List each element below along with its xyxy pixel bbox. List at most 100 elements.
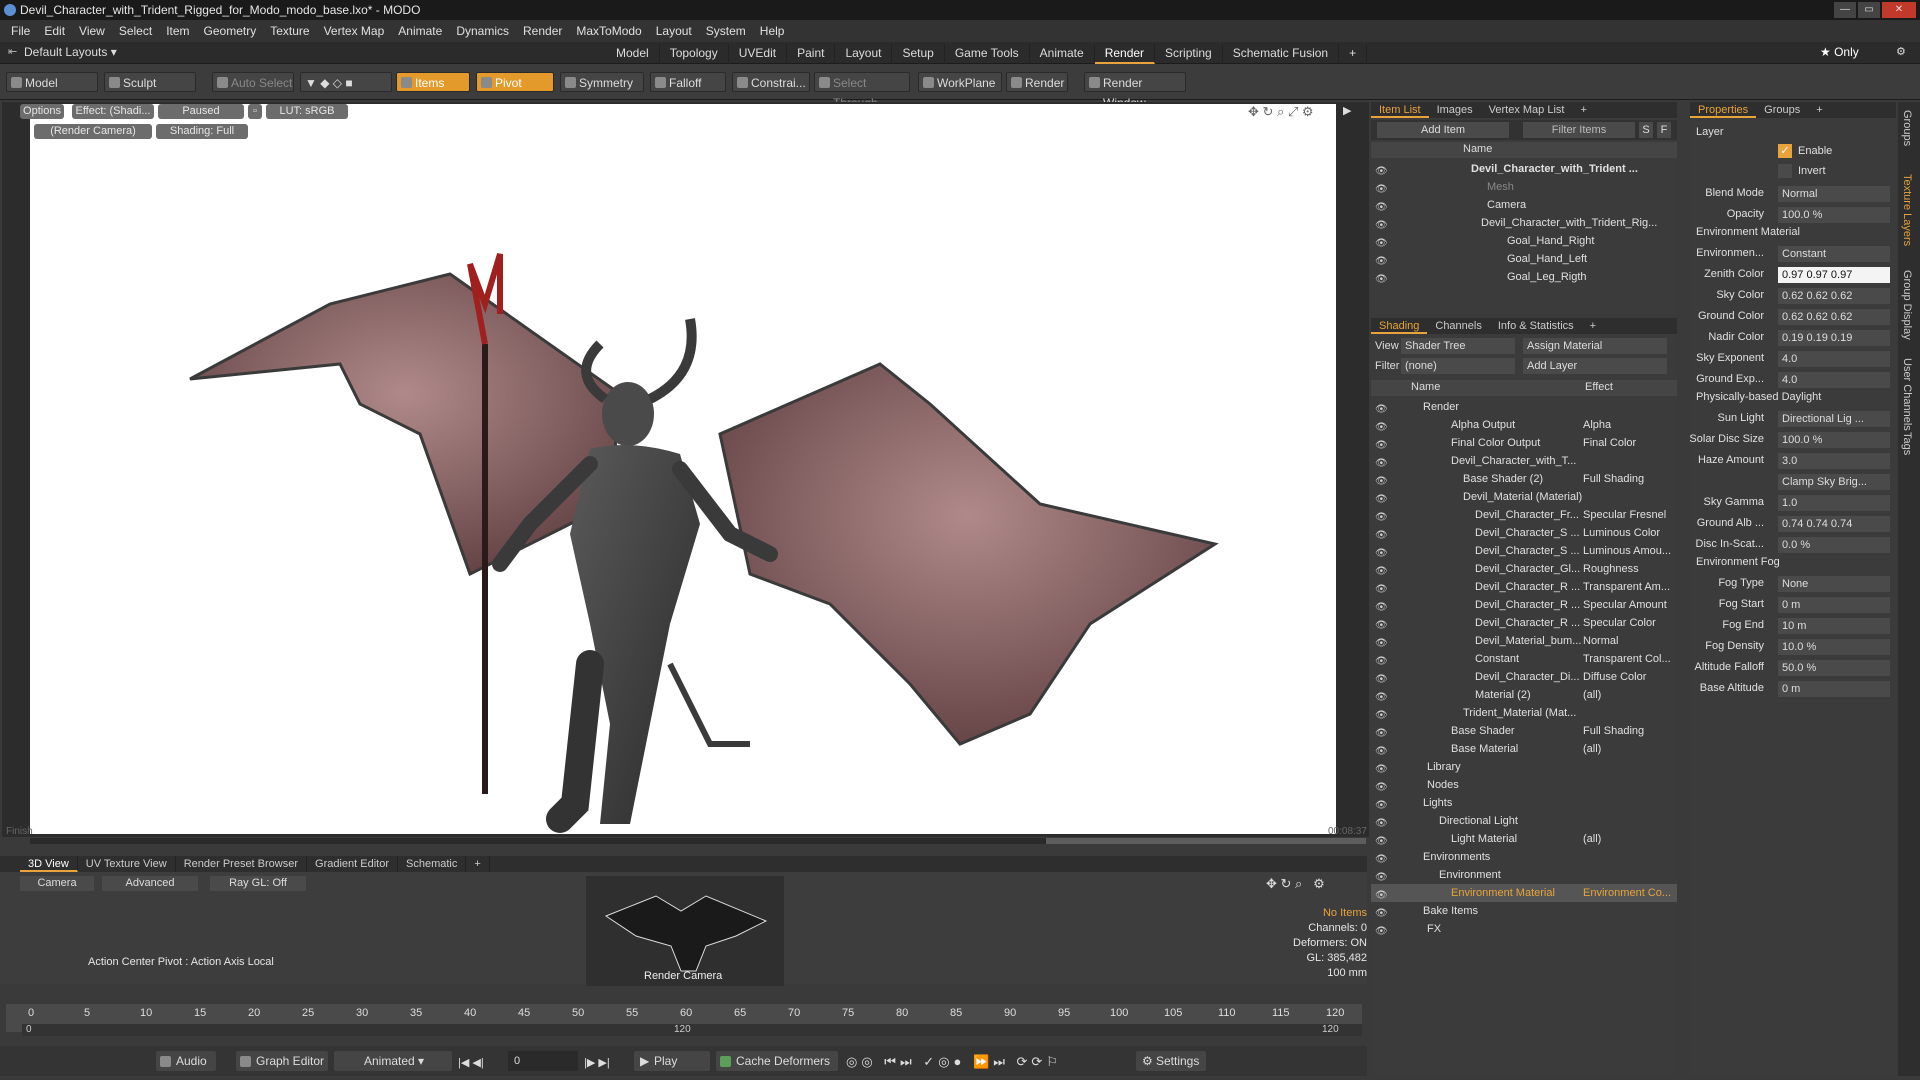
shader-item-effect[interactable]: Diffuse Color bbox=[1583, 668, 1671, 686]
s-button[interactable]: S bbox=[1639, 122, 1653, 138]
menu-edit[interactable]: Edit bbox=[37, 24, 72, 38]
view-dropdown[interactable]: Shader Tree bbox=[1401, 338, 1515, 354]
add-layer-dropdown[interactable]: Add Layer bbox=[1523, 358, 1667, 374]
list-item[interactable]: 👁 Devil_Character_with_Trident_Rig... bbox=[1371, 214, 1677, 232]
render-window-button[interactable]: Render Window bbox=[1084, 72, 1186, 110]
tab-render[interactable]: Render bbox=[1094, 44, 1156, 64]
property-field[interactable]: 50.0 % bbox=[1778, 660, 1890, 676]
add-tab-button[interactable]: + bbox=[1582, 318, 1604, 334]
eye-icon[interactable]: 👁 bbox=[1375, 761, 1391, 775]
tab-game-tools[interactable]: Game Tools bbox=[945, 44, 1030, 64]
filter-items-input[interactable]: Filter Items bbox=[1523, 122, 1635, 138]
menu-geometry[interactable]: Geometry bbox=[197, 24, 264, 38]
shader-item-effect[interactable]: Transparent Am... bbox=[1583, 578, 1671, 596]
tab-vertex-map-list[interactable]: Vertex Map List bbox=[1481, 102, 1573, 118]
side-tab-user-channels[interactable]: User Channels bbox=[1901, 358, 1913, 431]
transport-skip-forward-icons[interactable]: |▶ ▶| bbox=[584, 1056, 610, 1069]
auto-select-button[interactable]: Auto Select bbox=[212, 72, 294, 92]
tab-uvedit[interactable]: UVEdit bbox=[729, 44, 788, 64]
eye-icon[interactable]: 👁 bbox=[1375, 671, 1391, 685]
menu-vertex-map[interactable]: Vertex Map bbox=[317, 24, 392, 38]
eye-icon[interactable]: 👁 bbox=[1375, 545, 1391, 559]
eye-icon[interactable]: 👁 bbox=[1375, 491, 1391, 505]
eye-icon[interactable]: 👁 bbox=[1375, 869, 1391, 883]
shader-item-effect[interactable]: (all) bbox=[1583, 740, 1671, 758]
audio-button[interactable]: Audio bbox=[156, 1051, 216, 1071]
property-field[interactable]: Clamp Sky Brig... bbox=[1778, 474, 1890, 490]
menu-item[interactable]: Item bbox=[159, 24, 196, 38]
shader-tree-row[interactable]: 👁 Base Shader (2) Full Shading bbox=[1371, 470, 1677, 488]
menu-file[interactable]: File bbox=[4, 24, 37, 38]
eye-icon[interactable]: 👁 bbox=[1375, 833, 1391, 847]
viewport-nav-icons[interactable]: ✥ ↻ ⌕ ⤢ ⚙ bbox=[1248, 104, 1314, 120]
add-tab-button[interactable]: + bbox=[1572, 102, 1594, 118]
restore-icon[interactable]: ▭ bbox=[1858, 2, 1880, 18]
shader-tree-row[interactable]: 👁 Nodes bbox=[1371, 776, 1677, 794]
eye-icon[interactable]: 👁 bbox=[1375, 419, 1391, 433]
render-button[interactable]: Render bbox=[1006, 72, 1068, 92]
property-field[interactable]: None bbox=[1778, 576, 1890, 592]
eye-icon[interactable]: 👁 bbox=[1375, 163, 1391, 177]
property-field[interactable]: 0.74 0.74 0.74 bbox=[1778, 516, 1890, 532]
shader-item-effect[interactable]: Luminous Color bbox=[1583, 524, 1671, 542]
enable-checkbox[interactable]: ✓ bbox=[1778, 144, 1792, 158]
eye-icon[interactable]: 👁 bbox=[1375, 581, 1391, 595]
scrollbar-thumb[interactable] bbox=[1046, 838, 1366, 844]
add-item-button[interactable]: Add Item bbox=[1377, 122, 1509, 138]
eye-icon[interactable]: 👁 bbox=[1375, 707, 1391, 721]
shader-tree-row[interactable]: 👁 Trident_Material (Mat... bbox=[1371, 704, 1677, 722]
viewport-options-button[interactable]: Options bbox=[20, 104, 64, 119]
menu-animate[interactable]: Animate bbox=[391, 24, 449, 38]
shader-tree-row[interactable]: 👁 Devil_Character_R ... Specular Amount bbox=[1371, 596, 1677, 614]
tab-images[interactable]: Images bbox=[1429, 102, 1481, 118]
side-tab-tags[interactable]: Tags bbox=[1901, 432, 1913, 455]
paused-button[interactable]: Paused bbox=[158, 104, 244, 119]
property-field[interactable]: 4.0 bbox=[1778, 372, 1890, 388]
workplane-button[interactable]: WorkPlane bbox=[918, 72, 1002, 92]
shader-item-effect[interactable]: Normal bbox=[1583, 632, 1671, 650]
property-field[interactable]: Normal bbox=[1778, 186, 1890, 202]
shader-item-effect[interactable]: (all) bbox=[1583, 830, 1671, 848]
property-field[interactable]: Directional Lig ... bbox=[1778, 411, 1890, 427]
eye-icon[interactable]: 👁 bbox=[1375, 473, 1391, 487]
list-item[interactable]: 👁 Mesh bbox=[1371, 178, 1677, 196]
effect-dropdown[interactable]: Effect: (Shadi... bbox=[72, 104, 154, 119]
tab-layout[interactable]: Layout bbox=[835, 44, 893, 64]
constraint-button[interactable]: Constrai... bbox=[732, 72, 810, 92]
lut-dropdown[interactable]: LUT: sRGB bbox=[266, 104, 348, 119]
symmetry-button[interactable]: Symmetry bbox=[560, 72, 644, 92]
shader-tree-row[interactable]: 👁 Alpha Output Alpha bbox=[1371, 416, 1677, 434]
shader-tree-row[interactable]: 👁 Devil_Material (Material) bbox=[1371, 488, 1677, 506]
menu-texture[interactable]: Texture bbox=[263, 24, 316, 38]
items-button[interactable]: Items bbox=[396, 72, 470, 92]
filter-dropdown[interactable]: (none) bbox=[1401, 358, 1515, 374]
tab-schematic[interactable]: Schematic bbox=[398, 856, 467, 872]
eye-icon[interactable]: 👁 bbox=[1375, 437, 1391, 451]
property-field[interactable]: 100.0 % bbox=[1778, 432, 1890, 448]
play-button[interactable]: ▶ Play bbox=[634, 1051, 710, 1071]
menu-help[interactable]: Help bbox=[753, 24, 792, 38]
save-image-icon[interactable]: ▫ bbox=[248, 104, 262, 119]
tab-properties[interactable]: Properties bbox=[1690, 102, 1757, 118]
shader-tree-row[interactable]: 👁 Environment Material Environment Co... bbox=[1371, 884, 1677, 902]
property-field[interactable]: 0.62 0.62 0.62 bbox=[1778, 309, 1890, 325]
model-button[interactable]: Model bbox=[6, 72, 98, 92]
shader-item-effect[interactable]: Full Shading bbox=[1583, 470, 1671, 488]
menu-render[interactable]: Render bbox=[516, 24, 569, 38]
tab-groups[interactable]: Groups bbox=[1756, 102, 1808, 118]
minimize-icon[interactable]: — bbox=[1834, 2, 1856, 18]
close-icon[interactable]: ✕ bbox=[1882, 2, 1916, 18]
render-canvas[interactable] bbox=[30, 104, 1336, 834]
viewport-scrollbar[interactable] bbox=[30, 838, 1366, 844]
animated-dropdown[interactable]: Animated ▾ bbox=[334, 1051, 452, 1071]
property-field[interactable]: 0.97 0.97 0.97 bbox=[1778, 267, 1890, 283]
property-field[interactable]: 0 m bbox=[1778, 597, 1890, 613]
shader-tree-row[interactable]: 👁 Light Material (all) bbox=[1371, 830, 1677, 848]
shader-item-effect[interactable]: Luminous Amou... bbox=[1583, 542, 1671, 560]
shader-tree-row[interactable]: 👁 Constant Transparent Col... bbox=[1371, 650, 1677, 668]
shader-tree-row[interactable]: 👁 Lights bbox=[1371, 794, 1677, 812]
side-tab-texture-layers[interactable]: Texture Layers bbox=[1901, 174, 1913, 246]
shader-tree-row[interactable]: 👁 Devil_Character_S ... Luminous Amou... bbox=[1371, 542, 1677, 560]
menu-maxtomodo[interactable]: MaxToModo bbox=[569, 24, 648, 38]
shader-item-effect[interactable]: Environment Co... bbox=[1583, 884, 1671, 902]
